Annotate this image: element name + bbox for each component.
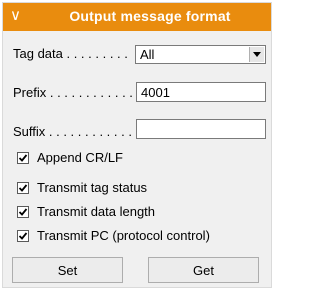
append-crlf-checkbox[interactable]: Append CR/LF	[17, 150, 123, 165]
transmit-tag-status-label: Transmit tag status	[37, 180, 148, 195]
tag-data-value: All	[140, 47, 155, 62]
checkbox-checked-icon	[17, 181, 29, 194]
suffix-label: Suffix . . . . . . . . . . . .	[13, 124, 132, 139]
checkbox-checked-icon	[17, 229, 29, 242]
dropdown-arrow-icon[interactable]	[249, 47, 264, 62]
transmit-pc-label: Transmit PC (protocol control)	[37, 228, 210, 243]
output-message-format-panel: ∨ Output message format Tag data . . . .…	[2, 2, 272, 288]
prefix-input[interactable]	[136, 82, 266, 102]
panel-header[interactable]: ∨ Output message format	[3, 3, 271, 31]
tag-data-label: Tag data . . . . . . . . .	[13, 46, 128, 61]
chevron-down-icon[interactable]: ∨	[10, 6, 21, 26]
transmit-data-length-label: Transmit data length	[37, 204, 156, 219]
checkbox-checked-icon	[17, 151, 29, 164]
transmit-pc-checkbox[interactable]: Transmit PC (protocol control)	[17, 228, 210, 243]
checkbox-checked-icon	[17, 205, 29, 218]
prefix-label: Prefix . . . . . . . . . . . .	[13, 85, 133, 100]
tag-data-select[interactable]: All	[135, 45, 266, 64]
suffix-input[interactable]	[136, 119, 266, 139]
append-crlf-label: Append CR/LF	[37, 150, 123, 165]
transmit-tag-status-checkbox[interactable]: Transmit tag status	[17, 180, 147, 195]
set-button[interactable]: Set	[12, 257, 123, 283]
panel-title: Output message format	[69, 8, 231, 24]
transmit-data-length-checkbox[interactable]: Transmit data length	[17, 204, 155, 219]
get-button[interactable]: Get	[148, 257, 259, 283]
